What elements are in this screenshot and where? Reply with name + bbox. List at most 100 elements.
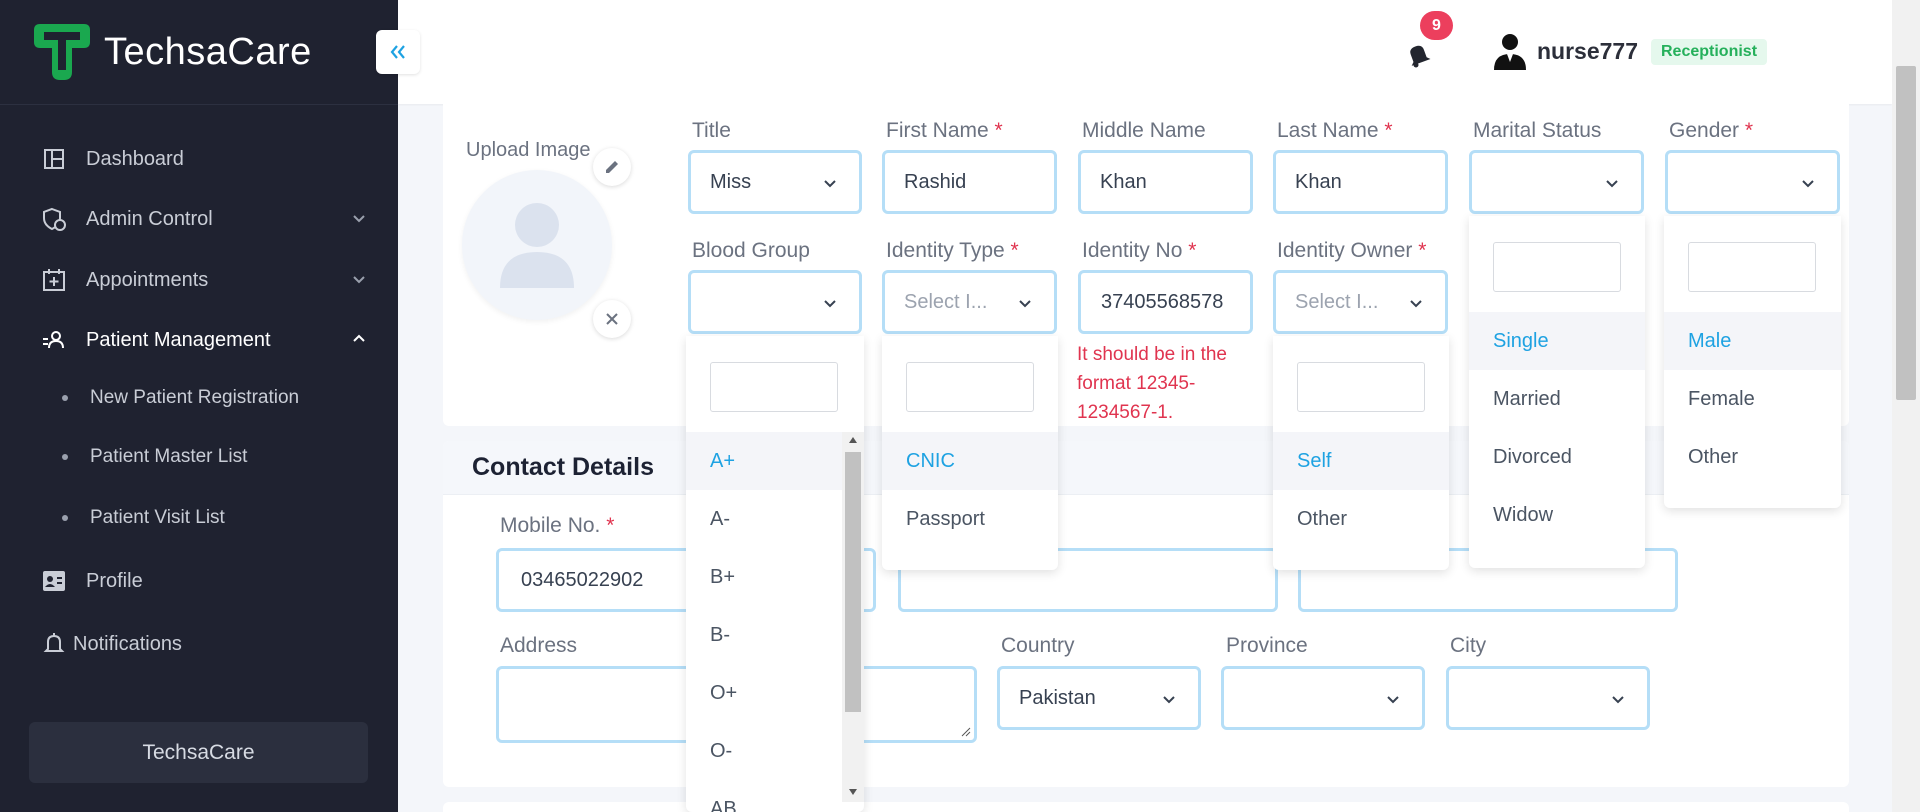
last-name-input[interactable]: Khan	[1273, 150, 1448, 214]
sidebar-subitem-patient-master-list[interactable]: Patient Master List	[62, 439, 247, 475]
blood-group-select[interactable]	[688, 270, 862, 334]
city-select[interactable]	[1446, 666, 1650, 730]
scroll-up-arrow-icon[interactable]	[848, 436, 858, 444]
sidebar-subitem-label: Patient Master List	[90, 446, 248, 467]
province-select[interactable]	[1221, 666, 1425, 730]
chevron-down-icon	[1163, 696, 1175, 704]
marital-status-select[interactable]	[1469, 150, 1644, 214]
country-value: Pakistan	[1019, 686, 1096, 709]
sidebar-item-label: Patient Management	[86, 328, 271, 351]
sidebar-subitem-patient-visit-list[interactable]: Patient Visit List	[62, 500, 225, 536]
identity-owner-search-input[interactable]	[1297, 362, 1425, 412]
dropdown-option[interactable]: O+	[686, 664, 842, 722]
middle-name-label: Middle Name	[1082, 119, 1206, 142]
chevron-down-icon	[353, 215, 365, 223]
identity-no-label: Identity No *	[1082, 239, 1197, 262]
pencil-icon	[606, 161, 618, 173]
dropdown-option[interactable]: Married	[1469, 370, 1645, 428]
next-section-card	[443, 802, 1849, 812]
gender-select[interactable]	[1665, 150, 1840, 214]
country-label: Country	[1001, 634, 1075, 657]
brand[interactable]: TechsaCare	[30, 22, 312, 82]
dropdown-option[interactable]: Female	[1664, 370, 1841, 428]
edit-image-button[interactable]	[593, 148, 631, 186]
dropdown-scrollbar[interactable]	[842, 432, 864, 802]
identity-no-value: 37405568578	[1101, 290, 1224, 313]
sidebar-footer: TechsaCare	[29, 722, 368, 783]
dropdown-option[interactable]: A-	[686, 490, 842, 548]
sidebar-item-notifications[interactable]: Notifications	[40, 624, 368, 664]
brand-name: TechsaCare	[104, 30, 312, 73]
profile-card-icon	[40, 567, 68, 595]
user-avatar-icon[interactable]	[1493, 32, 1527, 70]
gender-label: Gender *	[1669, 119, 1754, 142]
identity-type-dropdown: CNIC Passport	[882, 336, 1058, 570]
first-name-value: Rashid	[904, 170, 967, 193]
dropdown-option[interactable]: B+	[686, 548, 842, 606]
title-select[interactable]: Miss	[688, 150, 862, 214]
sidebar-item-appointments[interactable]: Appointments	[40, 260, 368, 300]
upload-image-label: Upload Image	[466, 139, 591, 161]
identity-no-input[interactable]: 37405568578	[1078, 270, 1253, 334]
role-badge: Receptionist	[1651, 39, 1768, 65]
bullet-dot	[62, 515, 68, 521]
blood-group-search-input[interactable]	[710, 362, 838, 412]
country-select[interactable]: Pakistan	[997, 666, 1201, 730]
identity-type-placeholder: Select I...	[904, 290, 988, 313]
dropdown-option[interactable]: A+	[686, 432, 842, 490]
address-label: Address	[500, 634, 578, 657]
sidebar-item-dashboard[interactable]: Dashboard	[40, 139, 368, 179]
dropdown-option[interactable]: Widow	[1469, 486, 1645, 544]
patient-icon	[40, 326, 68, 354]
middle-name-input[interactable]: Khan	[1078, 150, 1253, 214]
dropdown-option[interactable]: Passport	[882, 490, 1058, 548]
sidebar-subitem-label: New Patient Registration	[90, 387, 300, 408]
sidebar-item-patient-management[interactable]: Patient Management	[40, 320, 368, 360]
identity-no-error: It should be in the format 12345-1234567…	[1077, 344, 1227, 423]
techsacare-logo-icon	[34, 24, 90, 80]
sidebar-item-label: Dashboard	[86, 147, 184, 170]
dropdown-option[interactable]: Self	[1273, 432, 1449, 490]
sidebar-subitem-new-patient-registration[interactable]: New Patient Registration	[62, 380, 299, 416]
bell-icon	[40, 630, 68, 658]
scrollbar-thumb[interactable]	[845, 452, 861, 712]
sidebar-item-admin-control[interactable]: Admin Control	[40, 199, 368, 239]
collapse-sidebar-button[interactable]	[376, 30, 420, 74]
dropdown-option[interactable]: AB	[686, 780, 842, 812]
bullet-dot	[62, 395, 68, 401]
page-scrollbar-thumb[interactable]	[1896, 66, 1916, 400]
city-label: City	[1450, 634, 1487, 657]
resize-grip-icon[interactable]	[961, 727, 971, 737]
dropdown-option[interactable]: O-	[686, 722, 842, 780]
gender-search-input[interactable]	[1688, 242, 1816, 292]
username[interactable]: nurse777	[1537, 38, 1638, 65]
dropdown-option[interactable]: B-	[686, 606, 842, 664]
close-icon	[606, 313, 618, 325]
chevron-down-icon	[824, 180, 836, 188]
province-label: Province	[1226, 634, 1308, 657]
bullet-dot	[62, 454, 68, 460]
dropdown-option[interactable]: Divorced	[1469, 428, 1645, 486]
sidebar-item-profile[interactable]: Profile	[40, 561, 368, 601]
chevron-down-icon	[1802, 180, 1814, 188]
notification-count-badge: 9	[1420, 11, 1453, 40]
notification-bell-icon[interactable]	[1404, 40, 1432, 68]
dropdown-option[interactable]: Single	[1469, 312, 1645, 370]
dropdown-option[interactable]: Male	[1664, 312, 1841, 370]
sidebar-item-label: Profile	[86, 569, 143, 592]
marital-status-search-input[interactable]	[1493, 242, 1621, 292]
dropdown-option[interactable]: Other	[1664, 428, 1841, 486]
identity-type-select[interactable]: Select I...	[882, 270, 1057, 334]
first-name-label: First Name *	[886, 119, 1003, 142]
first-name-input[interactable]: Rashid	[882, 150, 1057, 214]
identity-owner-placeholder: Select I...	[1295, 290, 1379, 313]
identity-owner-select[interactable]: Select I...	[1273, 270, 1448, 334]
dropdown-option[interactable]: Other	[1273, 490, 1449, 548]
last-name-value: Khan	[1295, 170, 1342, 193]
scroll-down-arrow-icon[interactable]	[848, 788, 858, 796]
avatar-placeholder[interactable]	[462, 170, 612, 320]
identity-type-search-input[interactable]	[906, 362, 1034, 412]
dropdown-option[interactable]: CNIC	[882, 432, 1058, 490]
page-scrollbar[interactable]	[1892, 0, 1920, 812]
remove-image-button[interactable]	[593, 300, 631, 338]
